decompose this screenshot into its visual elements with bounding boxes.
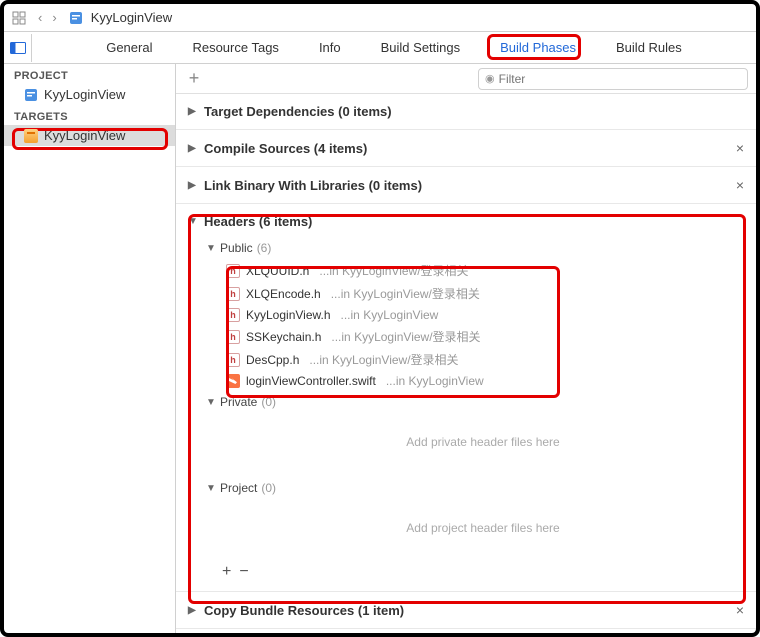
- chevron-right-icon: ▶: [188, 106, 198, 117]
- tab-general[interactable]: General: [100, 40, 158, 55]
- file-row[interactable]: h KyyLoginView.h ...in KyyLoginView: [222, 305, 744, 325]
- sidebar: PROJECT KyyLoginView TARGETS KyyLoginVie…: [4, 64, 176, 633]
- tabs-row: General Resource Tags Info Build Setting…: [4, 32, 756, 64]
- project-file-icon: [69, 11, 83, 25]
- phase-headers: ▼ Headers (6 items) ▼ Public (6) h XLQUUI…: [176, 204, 756, 592]
- file-row[interactable]: loginViewController.swift ...in KyyLoginV…: [222, 371, 744, 391]
- project-placeholder[interactable]: Add project header files here: [222, 505, 744, 551]
- public-label: Public: [220, 241, 253, 255]
- toolbar: ‹ › KyyLoginView: [4, 4, 756, 32]
- phase-headers-toggle[interactable]: ▼ Headers (6 items): [188, 214, 744, 229]
- file-path: ...in KyyLoginView/登录相关: [319, 262, 468, 279]
- swift-file-icon: [226, 374, 240, 388]
- tab-resource-tags[interactable]: Resource Tags: [186, 40, 284, 55]
- file-path: ...in KyyLoginView/登录相关: [331, 328, 480, 345]
- public-count: (6): [257, 241, 272, 255]
- phase-copy-bundle[interactable]: ▶ Copy Bundle Resources (1 item) ×: [188, 602, 744, 618]
- file-name: SSKeychain.h: [246, 330, 321, 344]
- file-row[interactable]: h SSKeychain.h ...in KyyLoginView/登录相关: [222, 325, 744, 348]
- chevron-right-icon: ▶: [188, 180, 198, 191]
- sidebar-target-label: KyyLoginView: [44, 128, 125, 143]
- file-name: KyyLoginView.h: [246, 308, 331, 322]
- project-group-label: Project: [220, 481, 257, 495]
- tab-build-settings[interactable]: Build Settings: [375, 40, 467, 55]
- tab-info[interactable]: Info: [313, 40, 347, 55]
- header-file-icon: h: [226, 287, 240, 301]
- chevron-down-icon: ▼: [206, 483, 216, 494]
- header-file-icon: h: [226, 353, 240, 367]
- header-file-icon: h: [226, 264, 240, 278]
- add-file-button[interactable]: +: [222, 563, 231, 581]
- private-placeholder[interactable]: Add private header files here: [222, 419, 744, 465]
- file-name: XLQEncode.h: [246, 287, 321, 301]
- phase-target-dependencies[interactable]: ▶ Target Dependencies (0 items): [188, 104, 744, 119]
- project-count: (0): [261, 481, 276, 495]
- chevron-down-icon: ▼: [206, 243, 216, 254]
- phase-label: Compile Sources (4 items): [204, 141, 367, 156]
- phase-label: Link Binary With Libraries (0 items): [204, 178, 422, 193]
- filter-input[interactable]: [499, 72, 741, 86]
- sidebar-project-header: PROJECT: [4, 64, 175, 84]
- chevron-right-icon: ▶: [188, 605, 198, 616]
- private-group-header[interactable]: ▼ Private (0): [206, 391, 744, 413]
- sidebar-project-item[interactable]: KyyLoginView: [4, 84, 175, 105]
- private-label: Private: [220, 395, 257, 409]
- remove-phase-icon[interactable]: ×: [736, 140, 744, 156]
- header-file-icon: h: [226, 308, 240, 322]
- project-icon: [24, 88, 38, 102]
- file-name: loginViewController.swift: [246, 374, 376, 388]
- header-file-icon: h: [226, 330, 240, 344]
- file-row[interactable]: h XLQUUID.h ...in KyyLoginView/登录相关: [222, 259, 744, 282]
- file-path: ...in KyyLoginView/登录相关: [309, 351, 458, 368]
- sidebar-targets-header: TARGETS: [4, 105, 175, 125]
- main-area: + ◉ ▶ Target Dependencies (0 items) ▶: [176, 64, 756, 633]
- panel-toggle-icon[interactable]: [4, 34, 32, 62]
- public-group-header[interactable]: ▼ Public (6): [206, 237, 744, 259]
- tab-build-rules[interactable]: Build Rules: [610, 40, 688, 55]
- file-name: XLQUUID.h: [246, 264, 309, 278]
- phase-label: Headers (6 items): [204, 214, 312, 229]
- remove-phase-icon[interactable]: ×: [736, 602, 744, 618]
- filter-field[interactable]: ◉: [478, 68, 748, 90]
- nav-back-icon[interactable]: ‹: [34, 10, 46, 25]
- file-row[interactable]: h DesCpp.h ...in KyyLoginView/登录相关: [222, 348, 744, 371]
- file-path: ...in KyyLoginView/登录相关: [331, 285, 480, 302]
- filter-icon: ◉: [485, 72, 495, 85]
- sidebar-target-item[interactable]: KyyLoginView: [4, 125, 175, 146]
- file-path: ...in KyyLoginView: [386, 374, 484, 388]
- chevron-right-icon: ▶: [188, 143, 198, 154]
- target-icon: [24, 129, 38, 143]
- breadcrumb-title[interactable]: KyyLoginView: [91, 10, 172, 25]
- sidebar-project-label: KyyLoginView: [44, 87, 125, 102]
- phase-label: Copy Bundle Resources (1 item): [204, 603, 404, 618]
- add-phase-button[interactable]: +: [184, 68, 204, 89]
- nav-forward-icon[interactable]: ›: [48, 10, 60, 25]
- file-path: ...in KyyLoginView: [341, 308, 439, 322]
- related-items-icon[interactable]: [12, 11, 26, 25]
- chevron-down-icon: ▼: [206, 397, 216, 408]
- phase-label: Target Dependencies (0 items): [204, 104, 392, 119]
- file-row[interactable]: h XLQEncode.h ...in KyyLoginView/登录相关: [222, 282, 744, 305]
- chevron-down-icon: ▼: [188, 216, 198, 227]
- tab-build-phases[interactable]: Build Phases: [494, 40, 582, 55]
- remove-phase-icon[interactable]: ×: [736, 177, 744, 193]
- private-count: (0): [261, 395, 276, 409]
- remove-file-button[interactable]: −: [239, 563, 248, 581]
- phase-link-binary[interactable]: ▶ Link Binary With Libraries (0 items) ×: [188, 177, 744, 193]
- phase-compile-sources[interactable]: ▶ Compile Sources (4 items) ×: [188, 140, 744, 156]
- file-name: DesCpp.h: [246, 353, 299, 367]
- project-group-header[interactable]: ▼ Project (0): [206, 477, 744, 499]
